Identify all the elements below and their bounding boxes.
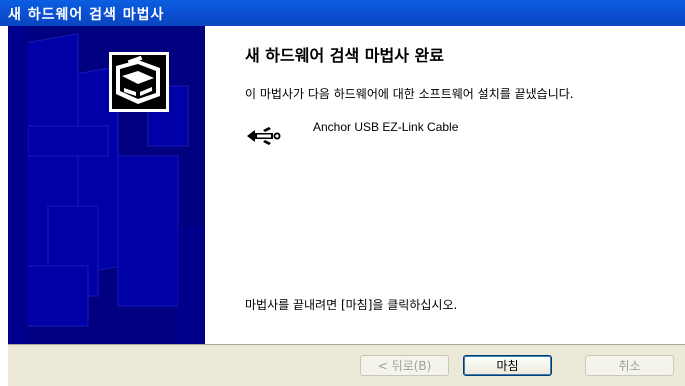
- completion-description: 이 마법사가 다음 하드웨어에 대한 소프트웨어 설치를 끝냈습니다.: [245, 87, 574, 101]
- hardware-box-icon: [109, 52, 169, 112]
- back-button[interactable]: < 뒤로(B): [360, 355, 449, 376]
- title-bar[interactable]: 새 하드웨어 검색 마법사: [0, 0, 685, 26]
- device-name: Anchor USB EZ-Link Cable: [313, 120, 459, 134]
- wizard-window: 새 하드웨어 검색 마법사 새 하드웨어 검색 마법사 완료 이 마법사가 다음…: [0, 0, 685, 386]
- wizard-heading: 새 하드웨어 검색 마법사 완료: [245, 46, 444, 65]
- window-title: 새 하드웨어 검색 마법사: [8, 7, 165, 23]
- sidebar-illustration: [8, 26, 205, 344]
- finish-button[interactable]: 마침: [463, 355, 552, 376]
- finish-instruction: 마법사를 끝내려면 [마침]을 클릭하십시오.: [245, 298, 458, 312]
- wizard-content: 새 하드웨어 검색 마법사 완료 이 마법사가 다음 하드웨어에 대한 소프트웨…: [205, 26, 685, 344]
- cancel-button[interactable]: 취소: [585, 355, 674, 376]
- usb-icon: [247, 127, 281, 145]
- wizard-sidebar: [8, 26, 205, 344]
- button-bar: < 뒤로(B) 마침 취소: [8, 344, 685, 386]
